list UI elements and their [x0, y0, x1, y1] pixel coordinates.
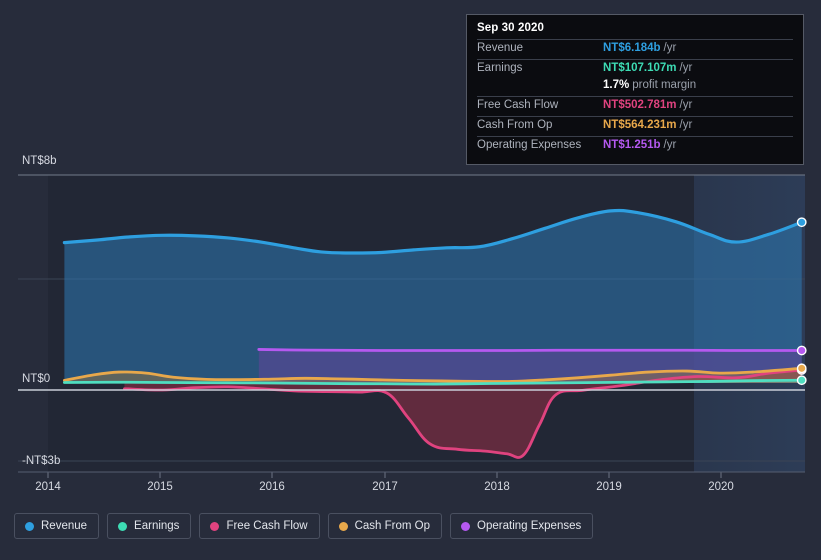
tooltip-row-value: NT$107.107m/yr: [603, 62, 693, 74]
x-axis-label: 2015: [147, 481, 173, 493]
series-line-operating-expenses: [257, 348, 804, 352]
financial-area-chart: NT$8b NT$0 -NT$3b 2014 2015 2016 2017 2018 2019…: [0, 0, 821, 560]
x-axis-label: 2018: [484, 481, 510, 493]
legend-item-free-cash-flow[interactable]: Free Cash Flow: [199, 513, 320, 539]
x-axis-label: 2020: [708, 481, 734, 493]
data-tooltip: Sep 30 2020 Revenue NT$6.184b/yr Earnings N…: [466, 14, 804, 165]
tooltip-row-value: NT$1.251b/yr: [603, 139, 677, 151]
tooltip-row: Cash From Op NT$564.231m/yr: [477, 116, 793, 136]
legend-color-dot: [210, 521, 220, 531]
endpoint-marker-earnings[interactable]: [796, 375, 807, 386]
y-axis-label: NT$0: [22, 373, 51, 385]
tooltip-row: Free Cash Flow NT$502.781m/yr: [477, 96, 793, 116]
x-axis-ticks: [18, 471, 805, 478]
tooltip-row: Revenue NT$6.184b/yr: [477, 39, 793, 59]
tooltip-profit-margin-row: 1.7% profit margin: [477, 79, 793, 96]
tooltip-row: Earnings NT$107.107m/yr: [477, 59, 793, 79]
tooltip-rows: Revenue NT$6.184b/yr Earnings NT$107.107m/y…: [477, 39, 793, 156]
legend-item-label: Cash From Op: [354, 520, 431, 532]
legend-color-dot: [461, 521, 471, 531]
tooltip-row-unit: /yr: [679, 62, 693, 74]
y-axis-label: -NT$3b: [22, 455, 61, 467]
tooltip-row-label: Cash From Op: [477, 119, 553, 131]
legend-color-dot: [338, 521, 348, 531]
tooltip-row-label: Revenue: [477, 42, 524, 54]
endpoint-marker-operating-expenses[interactable]: [796, 345, 807, 356]
legend-item-earnings[interactable]: Earnings: [107, 513, 192, 539]
legend-item-revenue[interactable]: Revenue: [14, 513, 100, 539]
tooltip-row-label: Free Cash Flow: [477, 99, 559, 111]
legend-item-label: Free Cash Flow: [226, 520, 308, 532]
tooltip-date: Sep 30 2020: [477, 22, 544, 34]
profit-margin-value: 1.7% profit margin: [603, 79, 697, 91]
tooltip-row-unit: /yr: [679, 99, 693, 111]
tooltip-row-value: NT$502.781m/yr: [603, 99, 693, 111]
legend-item-operating-expenses[interactable]: Operating Expenses: [450, 513, 594, 539]
tooltip-row-unit: /yr: [663, 42, 677, 54]
x-axis-label: 2016: [259, 481, 285, 493]
tooltip-row: Operating Expenses NT$1.251b/yr: [477, 136, 793, 156]
legend-item-label: Operating Expenses: [477, 520, 582, 532]
tooltip-row-label: Earnings: [477, 62, 523, 74]
y-axis-label: NT$8b: [22, 155, 57, 167]
profit-margin-label: profit margin: [632, 79, 697, 91]
tooltip-row-unit: /yr: [679, 119, 693, 131]
legend-item-label: Earnings: [134, 520, 180, 532]
legend-item-cash-from-op[interactable]: Cash From Op: [327, 513, 443, 539]
x-axis-label: 2014: [35, 481, 61, 493]
x-axis-label: 2017: [372, 481, 398, 493]
legend-item-label: Revenue: [41, 520, 88, 532]
tooltip-row-unit: /yr: [663, 139, 677, 151]
legend-color-dot: [25, 521, 34, 531]
tooltip-row-value: NT$564.231m/yr: [603, 119, 693, 131]
legend-color-dot: [118, 521, 128, 531]
x-axis-label: 2019: [596, 481, 622, 493]
tooltip-row-value: NT$6.184b/yr: [603, 42, 677, 54]
tooltip-row-label: Operating Expenses: [477, 139, 582, 151]
endpoint-marker-cash-from-op[interactable]: [796, 363, 807, 374]
endpoint-marker-revenue[interactable]: [796, 217, 807, 228]
chart-legend[interactable]: Revenue Earnings Free Cash Flow Cash From O…: [14, 513, 594, 539]
